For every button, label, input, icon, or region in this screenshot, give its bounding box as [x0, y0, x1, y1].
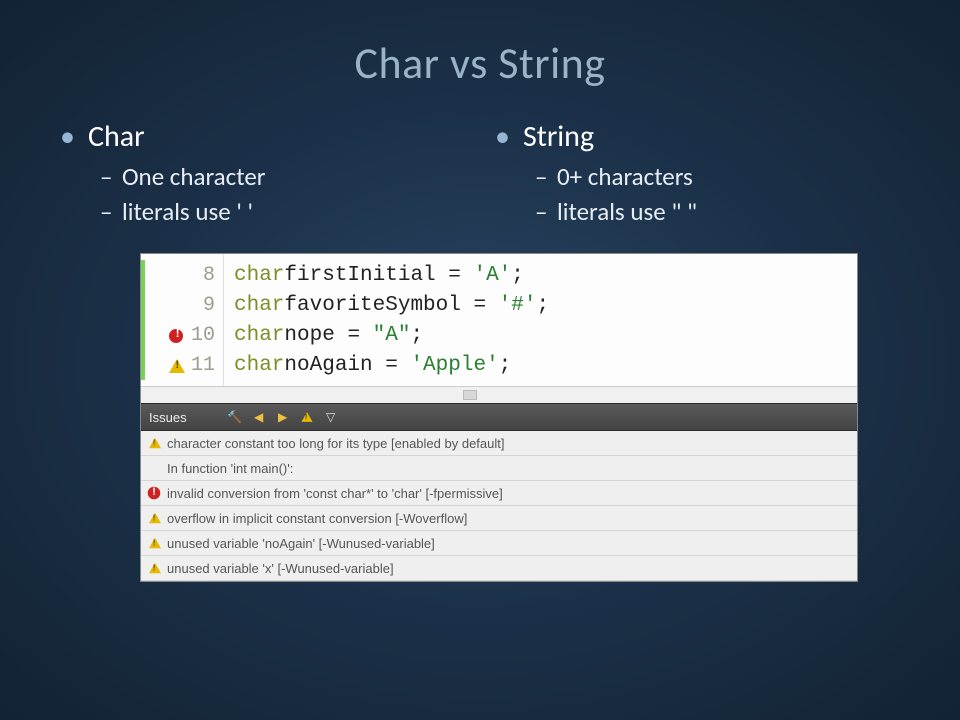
warning-icon: [149, 513, 161, 524]
build-icon[interactable]: [227, 409, 243, 425]
gutter-line: 11: [145, 350, 215, 380]
gutter-line: 8: [145, 260, 215, 290]
left-sub2-text: literals use ' ': [122, 196, 253, 227]
left-column: Char One character literals use ' ': [50, 118, 475, 231]
warn-toggle-icon[interactable]: [299, 409, 315, 425]
line-number: 9: [203, 294, 215, 317]
gutter-line: 9: [145, 290, 215, 320]
right-sub2-text: literals use " ": [557, 196, 697, 227]
issue-text: overflow in implicit constant conversion…: [167, 511, 467, 526]
keyword: char: [234, 354, 284, 377]
issue-text: unused variable 'noAgain' [-Wunused-vari…: [167, 536, 435, 551]
code-body: char firstInitial = 'A';char favoriteSym…: [224, 254, 857, 386]
identifier: nope: [284, 324, 334, 347]
code-area: 891011 char firstInitial = 'A';char favo…: [141, 254, 857, 386]
keyword: char: [234, 264, 284, 287]
left-sub1-text: One character: [122, 161, 265, 192]
equals: =: [436, 264, 474, 287]
filter-icon[interactable]: [323, 409, 339, 425]
literal: '#': [499, 294, 537, 317]
left-heading: Char One character literals use ' ': [60, 118, 475, 227]
equals: =: [335, 324, 373, 347]
literal: 'Apple': [410, 354, 498, 377]
issue-text: unused variable 'x' [-Wunused-variable]: [167, 561, 394, 576]
issue-row[interactable]: In function 'int main()':: [141, 456, 857, 481]
equals: =: [461, 294, 499, 317]
issue-row[interactable]: invalid conversion from 'const char*' to…: [141, 481, 857, 506]
warning-icon: [149, 538, 161, 549]
semicolon: ;: [499, 354, 512, 377]
slide: Char vs String Char One character litera…: [0, 0, 960, 720]
right-heading: String 0+ characters literals use " ": [495, 118, 910, 227]
issues-list: character constant too long for its type…: [141, 431, 857, 581]
next-issue-icon[interactable]: [275, 409, 291, 425]
code-line: char favoriteSymbol = '#';: [234, 290, 847, 320]
issue-text: character constant too long for its type…: [167, 436, 505, 451]
issues-header: Issues: [141, 404, 857, 431]
issue-row[interactable]: unused variable 'x' [-Wunused-variable]: [141, 556, 857, 581]
left-sub1: One character: [100, 161, 475, 192]
code-line: char nope = "A";: [234, 320, 847, 350]
warning-icon: [149, 563, 161, 574]
keyword: char: [234, 324, 284, 347]
right-column: String 0+ characters literals use " ": [485, 118, 910, 231]
right-sub2: literals use " ": [535, 196, 910, 227]
issue-row[interactable]: character constant too long for its type…: [141, 431, 857, 456]
slide-title: Char vs String: [50, 36, 910, 90]
semicolon: ;: [511, 264, 524, 287]
prev-issue-icon[interactable]: [251, 409, 267, 425]
issues-panel: Issues character constant too long for i…: [141, 403, 857, 581]
left-sub2: literals use ' ': [100, 196, 475, 227]
issue-row[interactable]: overflow in implicit constant conversion…: [141, 506, 857, 531]
warning-icon: [169, 359, 185, 373]
semicolon: ;: [536, 294, 549, 317]
hscrollbar[interactable]: [141, 386, 857, 403]
semicolon: ;: [410, 324, 423, 347]
line-number: 11: [191, 354, 215, 377]
right-heading-text: String: [523, 118, 594, 155]
error-icon: [169, 329, 183, 343]
columns: Char One character literals use ' ' Stri…: [50, 118, 910, 231]
issues-tab-label[interactable]: Issues: [149, 410, 187, 425]
line-number: 8: [203, 264, 215, 287]
left-heading-text: Char: [88, 118, 145, 155]
right-sub1: 0+ characters: [535, 161, 910, 192]
code-line: char firstInitial = 'A';: [234, 260, 847, 290]
gutter: 8 9 10 11: [141, 254, 224, 386]
identifier: noAgain: [284, 354, 372, 377]
code-editor-panel: 891011 char firstInitial = 'A';char favo…: [140, 253, 858, 582]
issue-text: In function 'int main()':: [167, 461, 293, 476]
issue-text: invalid conversion from 'const char*' to…: [167, 486, 503, 501]
issue-row[interactable]: unused variable 'noAgain' [-Wunused-vari…: [141, 531, 857, 556]
change-marker: [141, 260, 145, 380]
gutter-line: 10: [145, 320, 215, 350]
equals: =: [373, 354, 411, 377]
error-icon: [148, 487, 161, 500]
keyword: char: [234, 294, 284, 317]
literal: "A": [373, 324, 411, 347]
warning-icon: [149, 438, 161, 449]
identifier: favoriteSymbol: [284, 294, 460, 317]
line-number: 10: [191, 324, 215, 347]
literal: 'A': [473, 264, 511, 287]
right-sub1-text: 0+ characters: [557, 161, 693, 192]
issues-toolbar: [227, 409, 339, 425]
code-line: char noAgain = 'Apple';: [234, 350, 847, 380]
identifier: firstInitial: [284, 264, 435, 287]
